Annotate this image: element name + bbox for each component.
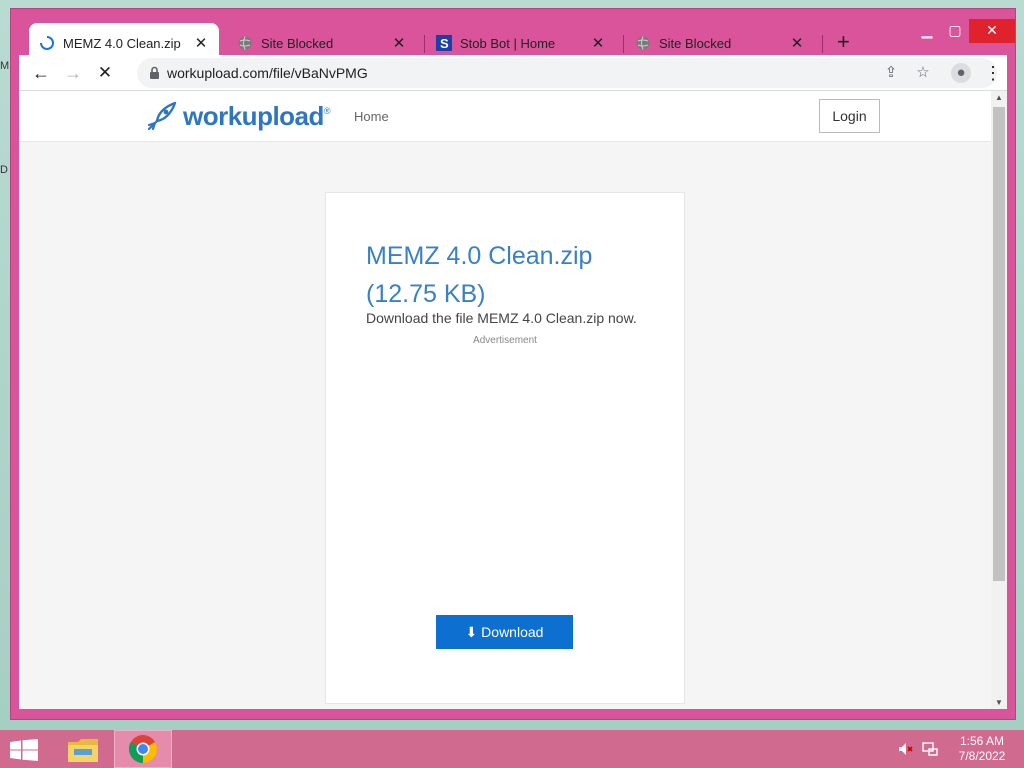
tab-separator bbox=[623, 35, 624, 53]
login-button[interactable]: Login bbox=[819, 99, 880, 133]
clock-time: 1:56 AM bbox=[959, 734, 1005, 748]
download-icon: ⬇ bbox=[465, 624, 478, 640]
system-clock[interactable]: 1:56 AM 7/8/2022 bbox=[952, 734, 1012, 764]
tab-title: Stob Bot | Home bbox=[460, 35, 556, 51]
vertical-scrollbar[interactable]: ▲ ▼ bbox=[991, 91, 1007, 709]
taskbar-chrome[interactable] bbox=[114, 730, 172, 768]
maximize-button[interactable]: ▢ bbox=[941, 19, 969, 43]
address-bar[interactable]: workupload.com/file/vBaNvPMG ⇪ ☆ ● bbox=[137, 58, 997, 88]
download-label: Download bbox=[481, 624, 544, 640]
close-tab-icon[interactable]: ✕ bbox=[193, 34, 209, 52]
new-tab-button[interactable]: + bbox=[837, 31, 850, 53]
back-arrow-icon[interactable]: ← bbox=[29, 61, 53, 85]
logo-registered-mark: ® bbox=[323, 106, 331, 116]
folder-icon bbox=[68, 739, 98, 762]
logo-text: workupload bbox=[183, 100, 324, 131]
bookmark-star-icon[interactable]: ☆ bbox=[913, 63, 933, 83]
tab-title: Site Blocked bbox=[261, 35, 334, 51]
windows-start-icon[interactable] bbox=[10, 739, 38, 761]
page-viewport: workupload ® Home Login MEMZ 4.0 Clean.z… bbox=[19, 91, 991, 709]
stob-s-icon: S bbox=[436, 35, 452, 51]
file-title: MEMZ 4.0 Clean.zip (12.75 KB) bbox=[366, 237, 666, 313]
close-tab-icon[interactable]: ✕ bbox=[789, 34, 805, 52]
close-tab-icon[interactable]: ✕ bbox=[391, 34, 407, 52]
tab-title: MEMZ 4.0 Clean.zip bbox=[63, 35, 181, 51]
close-window-button[interactable]: ✕ bbox=[969, 19, 1015, 43]
tab-title: Site Blocked bbox=[659, 35, 732, 51]
browser-window: MEMZ 4.0 Clean.zip ✕ Site Blocked ✕ S St… bbox=[10, 8, 1016, 720]
scrollbar-thumb[interactable] bbox=[993, 107, 1005, 581]
browser-toolbar: ← → ✕ workupload.com/file/vBaNvPMG ⇪ ☆ ●… bbox=[19, 55, 1007, 91]
file-description: Download the file MEMZ 4.0 Clean.zip now… bbox=[366, 310, 637, 326]
file-card: MEMZ 4.0 Clean.zip (12.75 KB) Download t… bbox=[325, 192, 685, 704]
network-icon[interactable] bbox=[921, 740, 939, 758]
desktop-icon-fragment[interactable]: D bbox=[0, 164, 8, 176]
file-name: MEMZ 4.0 Clean.zip bbox=[366, 242, 593, 270]
scroll-up-arrow-icon[interactable]: ▲ bbox=[991, 93, 1007, 102]
close-tab-icon[interactable]: ✕ bbox=[590, 34, 606, 52]
lock-icon[interactable] bbox=[149, 66, 160, 80]
tab-separator bbox=[424, 35, 425, 53]
workupload-logo[interactable]: workupload ® bbox=[145, 99, 331, 133]
file-size: (12.75 KB) bbox=[366, 280, 486, 308]
svg-text:S: S bbox=[440, 36, 449, 51]
stop-loading-icon[interactable]: ✕ bbox=[93, 61, 117, 85]
tab-separator bbox=[822, 35, 823, 53]
globe-icon bbox=[238, 36, 252, 50]
minimize-button[interactable]: ▁ bbox=[913, 19, 941, 43]
taskbar-file-explorer[interactable] bbox=[56, 730, 114, 768]
nav-home-link[interactable]: Home bbox=[354, 109, 389, 124]
volume-muted-icon[interactable] bbox=[897, 740, 915, 758]
download-button[interactable]: ⬇ Download bbox=[436, 615, 573, 649]
taskbar: 1:56 AM 7/8/2022 bbox=[0, 730, 1024, 768]
url-text[interactable]: workupload.com/file/vBaNvPMG bbox=[167, 65, 368, 81]
advertisement-label: Advertisement bbox=[473, 335, 537, 346]
menu-kebab-icon[interactable]: ⋮ bbox=[981, 61, 1005, 85]
clock-date: 7/8/2022 bbox=[958, 749, 1006, 763]
scroll-down-arrow-icon[interactable]: ▼ bbox=[991, 698, 1007, 707]
globe-icon bbox=[636, 36, 650, 50]
desktop-icon-fragment[interactable]: M bbox=[0, 60, 9, 72]
share-icon[interactable]: ⇪ bbox=[881, 63, 901, 83]
profile-avatar-icon[interactable]: ● bbox=[951, 63, 971, 83]
chrome-icon bbox=[129, 735, 157, 763]
rocket-logo-icon bbox=[147, 101, 177, 131]
forward-arrow-icon[interactable]: → bbox=[61, 61, 85, 85]
loading-spinner-icon bbox=[40, 36, 54, 50]
site-header: workupload ® Home Login bbox=[19, 91, 991, 142]
